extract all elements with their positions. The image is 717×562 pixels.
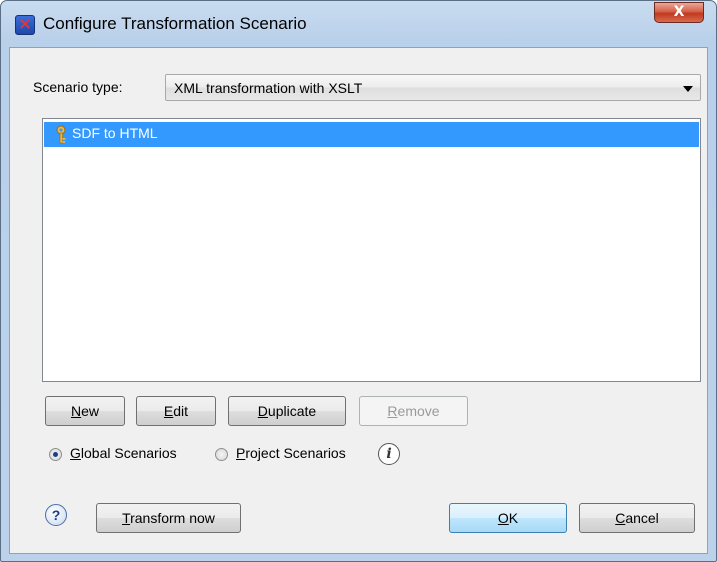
cancel-button[interactable]: Cancel bbox=[579, 503, 695, 533]
close-button[interactable]: X bbox=[654, 2, 704, 23]
chevron-down-icon[interactable] bbox=[683, 86, 693, 92]
duplicate-button[interactable]: Duplicate bbox=[228, 396, 346, 426]
scenario-type-select[interactable]: XML transformation with XSLT bbox=[165, 74, 701, 101]
dialog-window: ✕ Configure Transformation Scenario X Sc… bbox=[0, 0, 717, 562]
ok-button[interactable]: OK bbox=[449, 503, 567, 533]
project-scenarios-label[interactable]: Project Scenarios bbox=[236, 445, 346, 461]
dialog-body: Scenario type: XML transformation with X… bbox=[9, 47, 708, 554]
title-bar[interactable]: ✕ Configure Transformation Scenario X bbox=[1, 1, 716, 47]
scenario-list[interactable]: SDF to HTML bbox=[42, 118, 701, 382]
scenario-name: SDF to HTML bbox=[72, 125, 158, 141]
global-scenarios-radio[interactable] bbox=[49, 448, 62, 461]
remove-button[interactable]: Remove bbox=[359, 396, 468, 426]
global-scenarios-label[interactable]: Global Scenarios bbox=[70, 445, 177, 461]
list-item[interactable]: SDF to HTML bbox=[44, 122, 699, 147]
project-scenarios-radio[interactable] bbox=[215, 448, 228, 461]
info-icon[interactable]: i bbox=[378, 443, 400, 465]
edit-button[interactable]: Edit bbox=[136, 396, 216, 426]
key-icon bbox=[56, 125, 66, 144]
scenario-type-label: Scenario type: bbox=[33, 79, 123, 95]
app-logo-icon: ✕ bbox=[15, 15, 35, 35]
window-title: Configure Transformation Scenario bbox=[43, 14, 307, 33]
help-icon[interactable]: ? bbox=[45, 504, 67, 526]
transform-now-button[interactable]: Transform now bbox=[96, 503, 241, 533]
scenario-type-value: XML transformation with XSLT bbox=[174, 80, 363, 96]
new-button[interactable]: New bbox=[45, 396, 125, 426]
